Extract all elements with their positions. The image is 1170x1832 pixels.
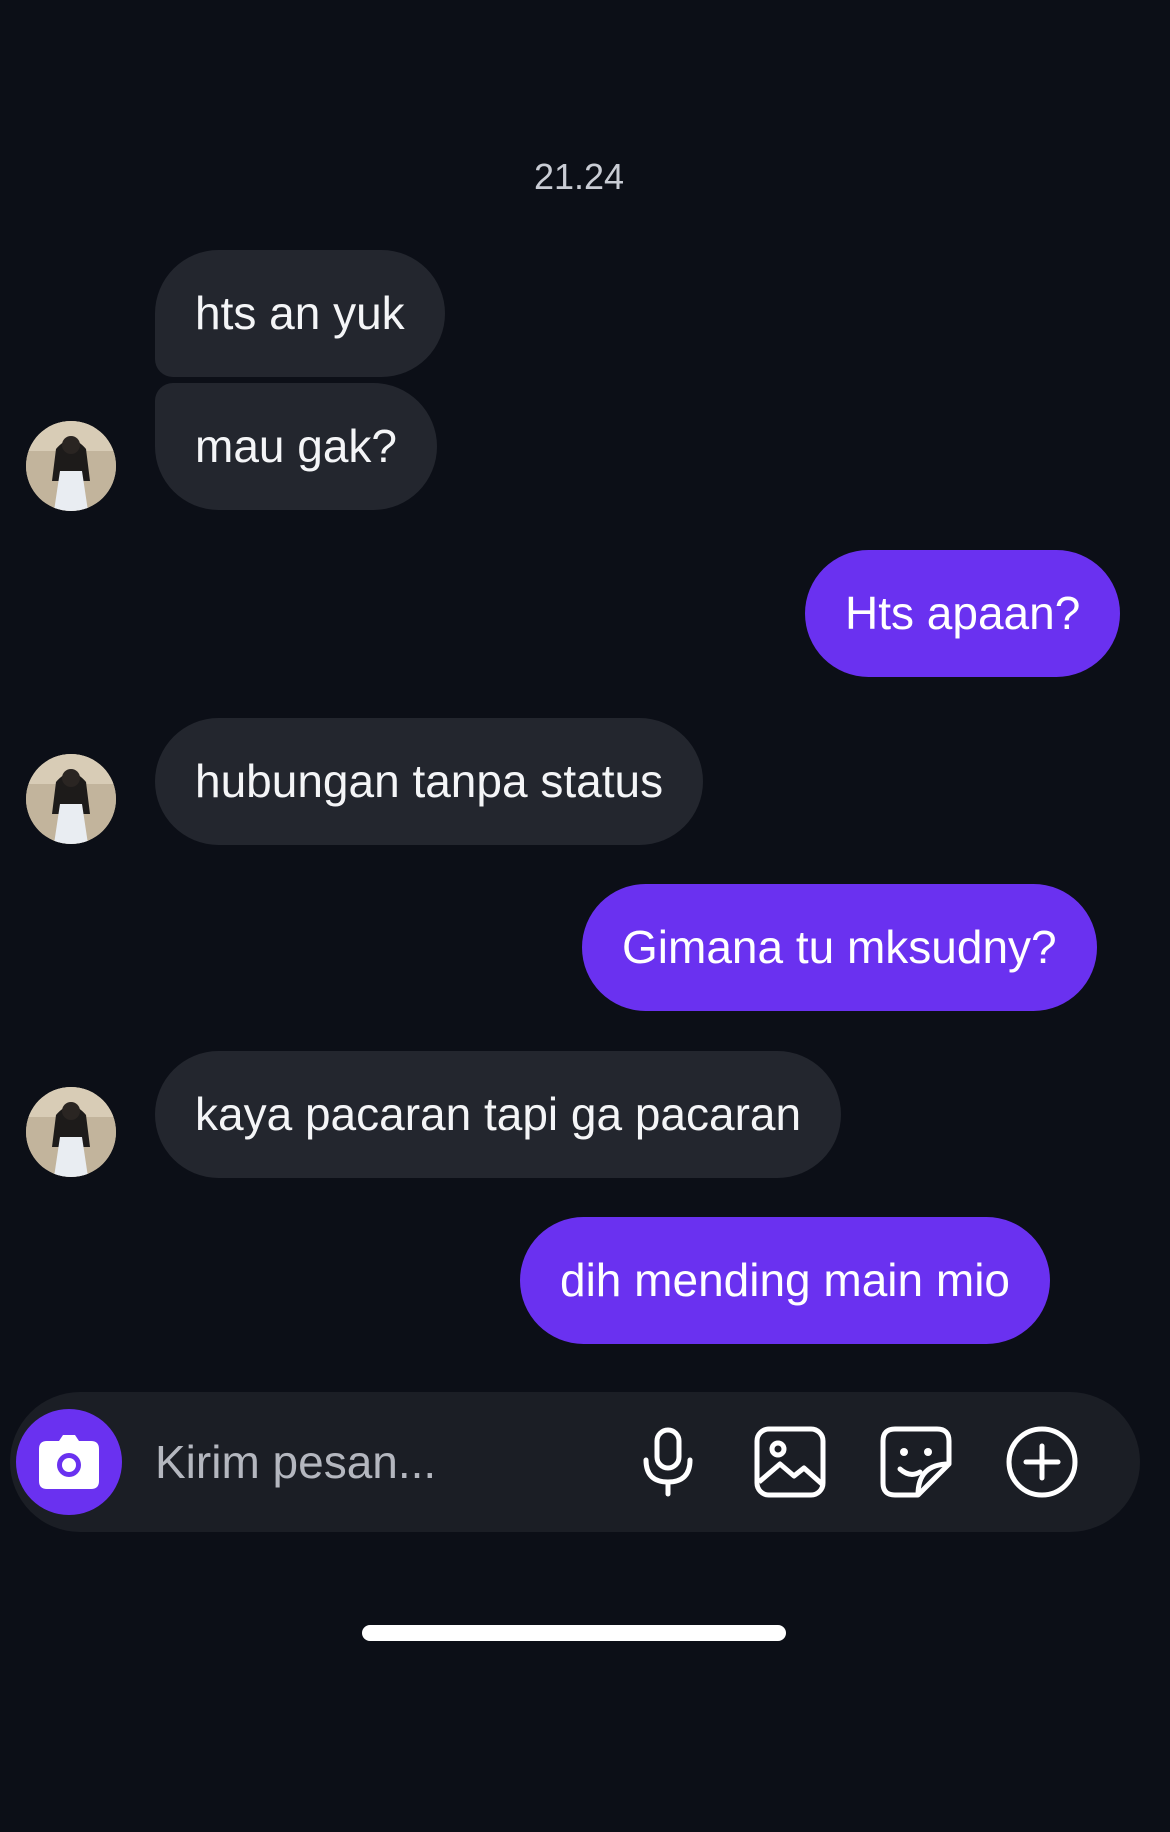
- home-indicator[interactable]: [362, 1625, 786, 1641]
- incoming-message-bubble[interactable]: hts an yuk: [155, 250, 445, 377]
- avatar-photo: [26, 1087, 116, 1177]
- avatar-photo: [26, 754, 116, 844]
- image-icon: [754, 1426, 826, 1498]
- microphone-icon: [643, 1427, 693, 1497]
- microphone-button[interactable]: [630, 1424, 706, 1500]
- outgoing-message-bubble[interactable]: Gimana tu mksudny?: [582, 884, 1097, 1011]
- outgoing-message-bubble[interactable]: Hts apaan?: [805, 550, 1121, 677]
- incoming-message-bubble[interactable]: kaya pacaran tapi ga pacaran: [155, 1051, 842, 1178]
- message-composer: [10, 1392, 1140, 1532]
- camera-icon: [39, 1435, 99, 1489]
- avatar-photo: [26, 421, 116, 511]
- contact-avatar[interactable]: [26, 1087, 116, 1177]
- message-input[interactable]: [155, 1392, 595, 1532]
- sticker-button[interactable]: [878, 1424, 954, 1500]
- message-timestamp: 21.24: [533, 156, 625, 197]
- incoming-message-bubble[interactable]: hubungan tanpa status: [155, 718, 704, 845]
- contact-avatar[interactable]: [26, 421, 116, 511]
- camera-button[interactable]: [16, 1409, 122, 1515]
- gallery-button[interactable]: [752, 1424, 828, 1500]
- more-options-button[interactable]: [1004, 1424, 1080, 1500]
- outgoing-message-bubble[interactable]: dih mending main mio: [520, 1217, 1051, 1344]
- contact-avatar[interactable]: [26, 754, 116, 844]
- incoming-message-bubble[interactable]: mau gak?: [155, 383, 438, 510]
- plus-circle-icon: [1006, 1426, 1078, 1498]
- sticker-icon: [880, 1426, 952, 1498]
